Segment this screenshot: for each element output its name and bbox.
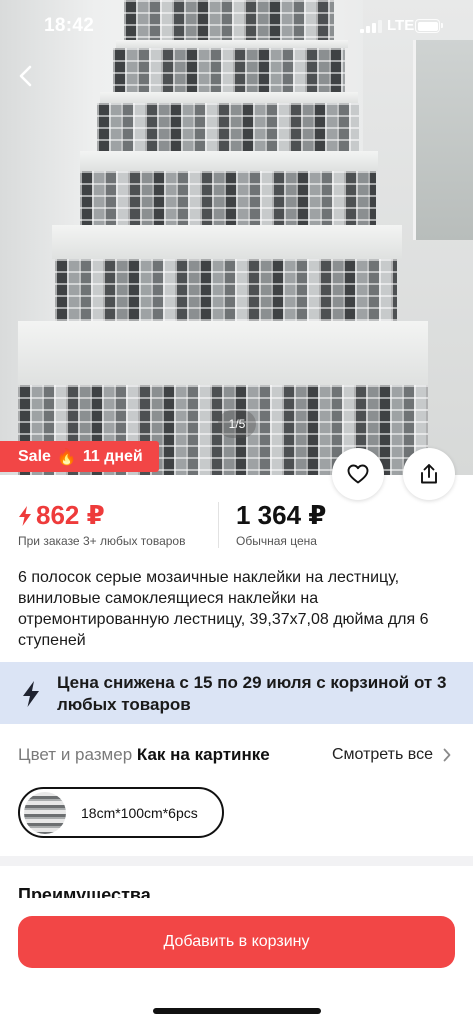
heart-icon: [347, 464, 369, 484]
price-divider: [218, 502, 219, 548]
status-time: 18:42: [44, 15, 95, 36]
options-header: Цвет и размер Как на картинке: [18, 745, 270, 765]
variant-thumbnail: [24, 791, 66, 834]
stair-tread: [100, 92, 358, 103]
home-indicator: [153, 1008, 321, 1014]
gallery-counter: 1/5: [218, 410, 256, 438]
share-icon: [421, 464, 437, 484]
add-to-cart-button[interactable]: Добавить в корзину: [18, 916, 455, 968]
sale-label: Sale: [18, 447, 51, 465]
stair-riser: [55, 259, 397, 321]
stair-riser: [97, 103, 359, 151]
fire-icon: 🔥: [56, 448, 77, 466]
product-photo[interactable]: 1/5: [0, 0, 473, 475]
stair-tread: [18, 321, 428, 385]
chevron-right-icon: [443, 748, 451, 762]
section-divider: [0, 856, 473, 866]
favorite-button[interactable]: [332, 448, 384, 500]
sale-badge: Sale 🔥 11 дней: [0, 441, 159, 472]
regular-price-value: 1 364 ₽: [236, 500, 327, 530]
back-button[interactable]: [8, 58, 42, 94]
photo-window: [413, 40, 473, 240]
options-value: Как на картинке: [136, 745, 270, 764]
price-block: 862 ₽ При заказе 3+ любых товаров 1 364 …: [0, 498, 473, 554]
see-all-link[interactable]: Смотреть все: [332, 746, 451, 764]
options-label: Цвет и размер: [18, 745, 133, 764]
variant-chip[interactable]: 18cm*100cm*6pcs: [18, 787, 224, 838]
advantages-heading: Преимущества: [18, 885, 151, 898]
stair-tread: [80, 151, 378, 171]
lightning-icon: [23, 681, 39, 707]
stair-tread: [52, 225, 402, 259]
variant-label: 18cm*100cm*6pcs: [81, 804, 198, 821]
sale-price-note: При заказе 3+ любых товаров: [18, 534, 186, 548]
battery-icon: [415, 19, 443, 33]
sale-price-value: 862 ₽: [36, 500, 105, 530]
sale-price: 862 ₽: [18, 500, 105, 531]
sale-duration: 11 дней: [82, 447, 143, 465]
regular-price-note: Обычная цена: [236, 534, 317, 548]
lightning-icon: [19, 505, 31, 526]
stair-riser: [113, 48, 345, 92]
status-bar: 18:42 LTE: [0, 0, 473, 52]
stair-riser: [80, 171, 376, 225]
promo-banner[interactable]: Цена снижена с 15 по 29 июля с корзиной …: [0, 662, 473, 724]
chevron-left-icon: [19, 65, 32, 87]
product-title: 6 полосок серые мозаичные наклейки на ле…: [18, 569, 429, 649]
signal-icon: [360, 20, 382, 33]
promo-text: Цена снижена с 15 по 29 июля с корзиной …: [57, 673, 447, 714]
network-type: LTE: [387, 17, 415, 34]
see-all-label: Смотреть все: [331, 746, 433, 763]
share-button[interactable]: [403, 448, 455, 500]
